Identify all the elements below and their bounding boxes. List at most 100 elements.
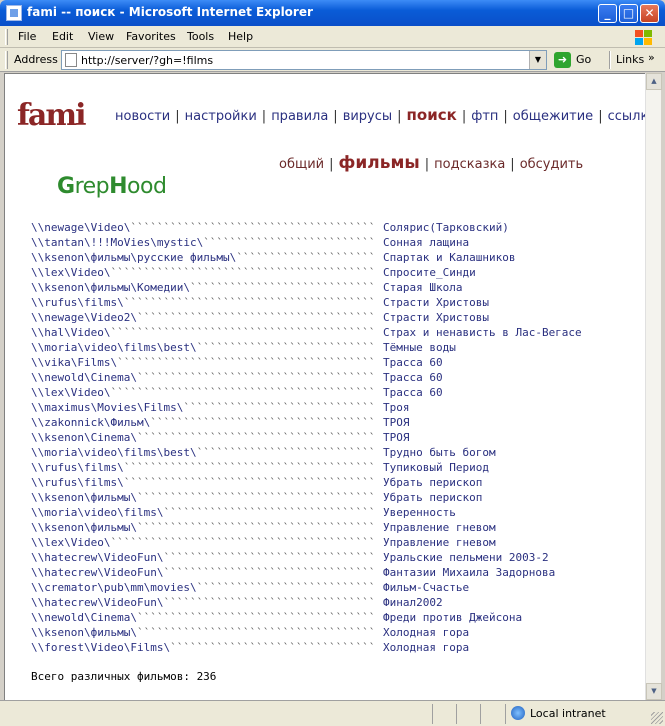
result-film-title[interactable]: Спартак и Калашников xyxy=(383,250,515,265)
subnav-films[interactable]: фильмы xyxy=(339,153,420,173)
result-path-link[interactable]: \\cremator\pub\mm\movies\ xyxy=(31,581,197,594)
address-input[interactable]: http://server/?gh=!films ▼ xyxy=(61,50,547,70)
menu-file[interactable]: File xyxy=(14,29,40,44)
result-path-link[interactable]: \\newold\Cinema\ xyxy=(31,611,137,624)
nav-rules[interactable]: правила xyxy=(271,109,328,124)
subnav-discuss[interactable]: обсудить xyxy=(520,157,583,172)
nav-links[interactable]: ссылки xyxy=(608,109,645,124)
links-button[interactable]: Links xyxy=(616,53,644,66)
result-path-link[interactable]: \\hatecrew\VideoFun\ xyxy=(31,596,163,609)
result-path-link[interactable]: \\hatecrew\VideoFun\ xyxy=(31,551,163,564)
result-filler: ```````````````````````````````````````` xyxy=(110,266,376,279)
result-path-link[interactable]: \\moria\video\films\best\ xyxy=(31,341,197,354)
result-filler: ``````````````````````````````` xyxy=(170,641,376,654)
result-path-link[interactable]: \\hal\Video\ xyxy=(31,326,110,339)
title-bar[interactable]: fami -- поиск - Microsoft Internet Explo… xyxy=(0,0,665,26)
result-film-title[interactable]: Страх и ненависть в Лас-Вегасе xyxy=(383,325,582,340)
maximize-button[interactable]: □ xyxy=(619,4,638,23)
nav-news[interactable]: новости xyxy=(115,109,170,124)
result-path-link[interactable]: \\newage\Video\ xyxy=(31,221,130,234)
menu-help[interactable]: Help xyxy=(224,29,257,44)
result-path-link[interactable]: \\forest\Video\Films\ xyxy=(31,641,170,654)
resize-grip[interactable] xyxy=(651,712,663,724)
address-url[interactable]: http://server/?gh=!films xyxy=(81,54,213,67)
result-path-link[interactable]: \\zakonnick\Фильм\ xyxy=(31,416,150,429)
result-path-link[interactable]: \\ksenon\Cinema\ xyxy=(31,431,137,444)
result-path-link[interactable]: \\ksenon\фильмы\ xyxy=(31,521,137,534)
result-film-title[interactable]: Холодная гора xyxy=(383,640,469,655)
result-film-title[interactable]: Холодная гора xyxy=(383,625,469,640)
result-film-title[interactable]: Тёмные воды xyxy=(383,340,456,355)
result-path-link[interactable]: \\rufus\films\ xyxy=(31,296,124,309)
result-path-link[interactable]: \\rufus\films\ xyxy=(31,461,124,474)
result-filler: ```````````````````````````````````` xyxy=(136,311,376,324)
result-film-title[interactable]: Трудно быть богом xyxy=(383,445,496,460)
go-button[interactable]: ➜ Go xyxy=(552,50,604,70)
nav-ftp[interactable]: фтп xyxy=(471,109,498,124)
minimize-button[interactable]: _ xyxy=(598,4,617,23)
nav-dorm[interactable]: общежитие xyxy=(513,109,593,124)
result-path-link[interactable]: \\ksenon\фильмы\Комедии\ xyxy=(31,281,190,294)
result-path-link[interactable]: \\hatecrew\VideoFun\ xyxy=(31,566,163,579)
close-button[interactable]: ✕ xyxy=(640,4,659,23)
site-logo[interactable]: fami xyxy=(17,98,86,133)
result-film-title[interactable]: Троя xyxy=(383,400,410,415)
result-path-link[interactable]: \\vika\Films\ xyxy=(31,356,117,369)
result-film-title[interactable]: Фантазии Михаила Задорнова xyxy=(383,565,555,580)
nav-viruses[interactable]: вирусы xyxy=(343,109,392,124)
result-film-title[interactable]: Уральские пельмени 2003-2 xyxy=(383,550,549,565)
result-film-title[interactable]: Тупиковый Период xyxy=(383,460,489,475)
subnav-hint[interactable]: подсказка xyxy=(434,157,505,172)
menu-edit[interactable]: Edit xyxy=(48,29,77,44)
menu-view[interactable]: View xyxy=(84,29,118,44)
vertical-scrollbar[interactable]: ▲ ▼ xyxy=(645,73,662,700)
result-film-title[interactable]: Управление гневом xyxy=(383,535,496,550)
address-dropdown-icon[interactable]: ▼ xyxy=(529,51,546,69)
result-film-title[interactable]: Спросите_Синди xyxy=(383,265,476,280)
toolbar-grip[interactable] xyxy=(5,29,8,45)
result-film-title[interactable]: ТРОЯ xyxy=(383,430,410,445)
result-path-link[interactable]: \\tantan\!!!MoVies\mystic\ xyxy=(31,236,203,249)
result-film-title[interactable]: Старая Школа xyxy=(383,280,462,295)
links-chevron-icon[interactable]: » xyxy=(648,51,655,64)
result-path-link[interactable]: \\lex\Video\ xyxy=(31,536,110,549)
result-film-title[interactable]: Убрать перископ xyxy=(383,490,482,505)
grephood-logo: GrepHood xyxy=(57,174,167,199)
scroll-up-arrow-icon[interactable]: ▲ xyxy=(646,73,662,90)
result-film-title[interactable]: ТРОЯ xyxy=(383,415,410,430)
subnav-general[interactable]: общий xyxy=(279,157,324,172)
toolbar-grip[interactable] xyxy=(5,51,8,69)
result-path-link[interactable]: \\newage\Video2\ xyxy=(31,311,137,324)
result-path-link[interactable]: \\ksenon\фильмы\русские фильмы\ xyxy=(31,251,236,264)
menu-tools[interactable]: Tools xyxy=(183,29,218,44)
nav-search[interactable]: поиск xyxy=(407,106,457,124)
result-film-title[interactable]: Сонная лащина xyxy=(383,235,469,250)
result-path-link[interactable]: \\ksenon\фильмы\ xyxy=(31,491,137,504)
result-film-title[interactable]: Фреди против Джейсона xyxy=(383,610,522,625)
result-row: \\vika\Films\```````````````````````````… xyxy=(31,355,443,370)
nav-separator: | xyxy=(397,109,402,124)
result-filler: ```````````````````````````````````` xyxy=(136,491,376,504)
result-film-title[interactable]: Трасса 60 xyxy=(383,385,443,400)
result-film-title[interactable]: Страсти Христовы xyxy=(383,310,489,325)
result-path-link[interactable]: \\ksenon\фильмы\ xyxy=(31,626,137,639)
result-film-title[interactable]: Управление гневом xyxy=(383,520,496,535)
result-film-title[interactable]: Финал2002 xyxy=(383,595,443,610)
result-film-title[interactable]: Страсти Христовы xyxy=(383,295,489,310)
result-film-title[interactable]: Фильм-Счастье xyxy=(383,580,469,595)
result-film-title[interactable]: Трасса 60 xyxy=(383,355,443,370)
result-film-title[interactable]: Уверенность xyxy=(383,505,456,520)
result-path-link[interactable]: \\lex\Video\ xyxy=(31,386,110,399)
result-path-link[interactable]: \\moria\video\films\ xyxy=(31,506,163,519)
result-path-link[interactable]: \\moria\video\films\best\ xyxy=(31,446,197,459)
result-path-link[interactable]: \\newold\Cinema\ xyxy=(31,371,137,384)
result-film-title[interactable]: Убрать перископ xyxy=(383,475,482,490)
result-path-link[interactable]: \\rufus\films\ xyxy=(31,476,124,489)
result-film-title[interactable]: Трасса 60 xyxy=(383,370,443,385)
result-film-title[interactable]: Солярис(Тарковский) xyxy=(383,220,509,235)
scroll-down-arrow-icon[interactable]: ▼ xyxy=(646,683,662,700)
result-path-link[interactable]: \\maximus\Movies\Films\ xyxy=(31,401,183,414)
result-path-link[interactable]: \\lex\Video\ xyxy=(31,266,110,279)
nav-settings[interactable]: настройки xyxy=(185,109,257,124)
menu-favorites[interactable]: Favorites xyxy=(122,29,180,44)
